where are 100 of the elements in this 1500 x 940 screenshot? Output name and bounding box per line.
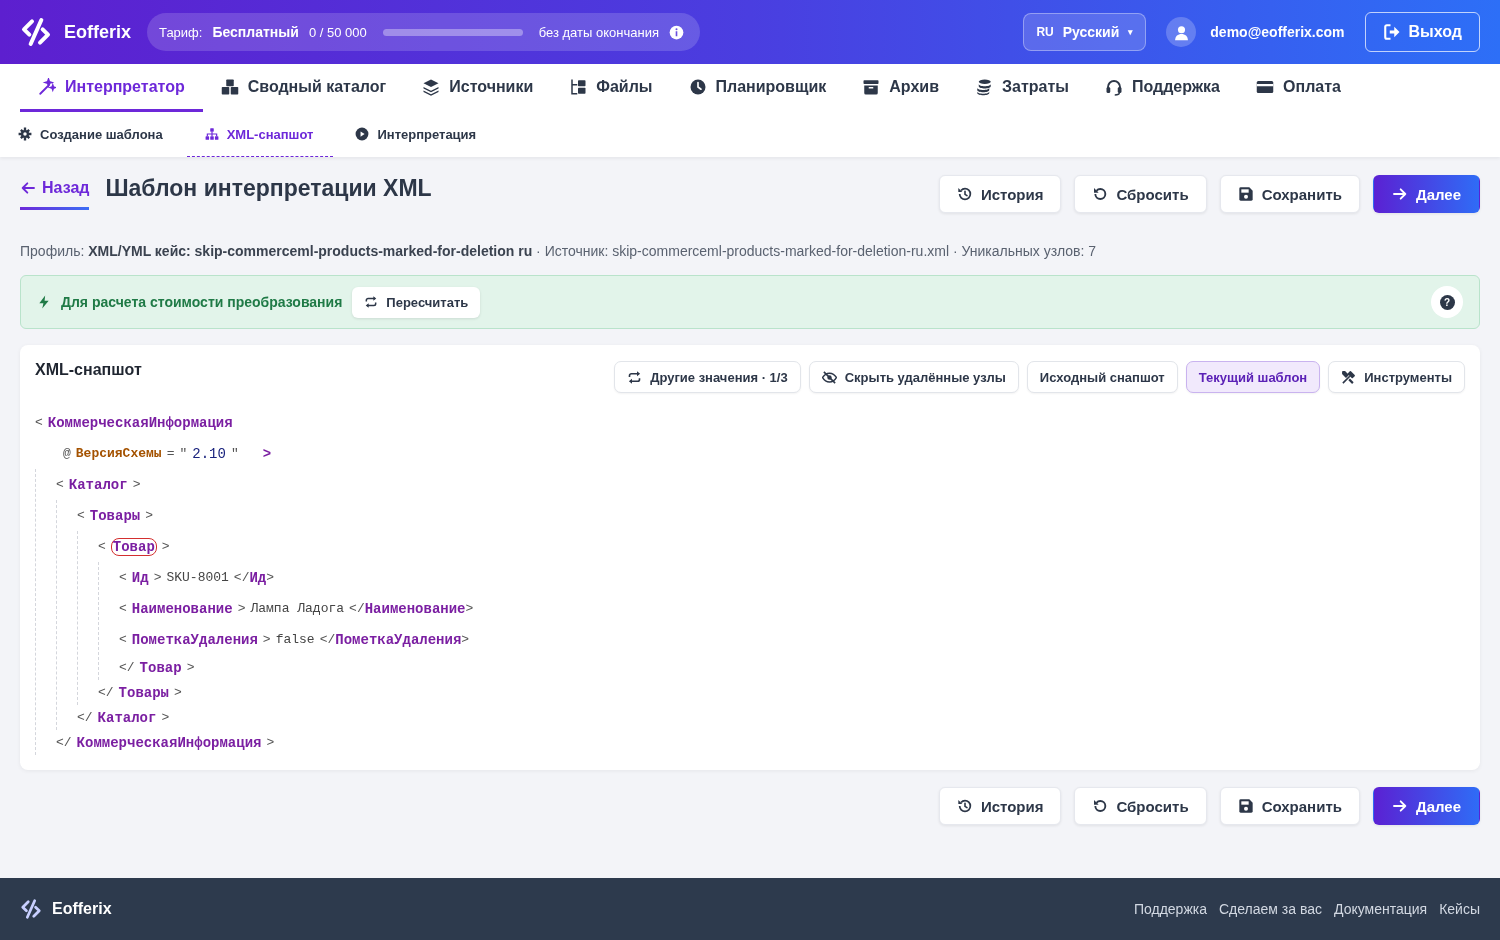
xml-punctuation: > bbox=[132, 477, 141, 492]
history-button[interactable]: История bbox=[938, 175, 1062, 213]
page-title: Шаблон интерпретации XML bbox=[105, 175, 432, 202]
footer-link[interactable]: Кейсы bbox=[1439, 901, 1480, 917]
footer-brand: Eofferix bbox=[52, 900, 112, 918]
save-button[interactable]: Сохранить bbox=[1219, 175, 1360, 213]
reset-button[interactable]: Сбросить bbox=[1074, 175, 1207, 213]
xml-punctuation: </ bbox=[319, 631, 336, 648]
xml-tag-name: Наименование bbox=[131, 600, 233, 617]
xml-punctuation: > bbox=[145, 508, 154, 523]
xml-punctuation: < bbox=[77, 508, 85, 523]
tools-icon bbox=[1341, 369, 1357, 385]
xml-tag-name: ПометкаУдаления bbox=[131, 631, 258, 648]
history-button[interactable]: История bbox=[938, 787, 1062, 825]
reset-button[interactable]: Сбросить bbox=[1074, 787, 1207, 825]
xml-text-value: Лампа Ладога bbox=[250, 601, 345, 616]
arrow-left-icon bbox=[20, 180, 36, 196]
footer-link[interactable]: Документация bbox=[1334, 901, 1428, 917]
nav-tab[interactable]: Оплата bbox=[1238, 64, 1359, 112]
history-icon bbox=[956, 186, 973, 202]
footer-link[interactable]: Поддержка bbox=[1133, 901, 1207, 917]
help-button[interactable]: ? bbox=[1431, 286, 1463, 318]
xml-tag-name: Товар bbox=[139, 659, 182, 676]
sitemap-icon bbox=[204, 127, 219, 141]
save-button[interactable]: Сохранить bbox=[1219, 787, 1360, 825]
eye-slash-icon bbox=[821, 369, 837, 385]
toolbar-button[interactable]: Исходный снапшот bbox=[1026, 361, 1178, 393]
xml-punctuation: </ bbox=[98, 685, 114, 700]
user-icon bbox=[1172, 23, 1190, 41]
xml-tag-name: Каталог bbox=[97, 709, 157, 726]
xml-tag-name: Наименование bbox=[364, 600, 466, 617]
headset-icon bbox=[1104, 77, 1123, 96]
xml-punctuation: < bbox=[119, 570, 127, 585]
boxes-icon bbox=[220, 77, 239, 96]
xml-attribute-value: 2.10 bbox=[192, 445, 226, 462]
xml-tag-name: КоммерческаяИнформация bbox=[76, 734, 262, 751]
xml-tag-name: Ид bbox=[131, 569, 149, 586]
xml-punctuation: </ bbox=[119, 660, 135, 675]
plan-label: Тариф: bbox=[159, 24, 203, 40]
xml-punctuation: < bbox=[119, 632, 127, 647]
brand-name: Eofferix bbox=[64, 21, 132, 43]
xml-punctuation: </ bbox=[56, 735, 72, 750]
next-button[interactable]: Далее bbox=[1372, 787, 1480, 825]
undo-icon bbox=[1092, 186, 1109, 202]
coins-icon bbox=[975, 77, 993, 96]
xml-punctuation: < bbox=[56, 477, 64, 492]
logo-icon bbox=[20, 16, 52, 48]
xml-punctuation: > bbox=[262, 445, 272, 462]
card-title: XML-снапшот bbox=[35, 361, 142, 379]
xml-tag-name: КоммерческаяИнформация bbox=[47, 414, 233, 431]
subnav-tab[interactable]: Создание шаблона bbox=[18, 112, 183, 157]
xml-punctuation: </ bbox=[349, 600, 365, 617]
layers-icon bbox=[422, 77, 441, 96]
arrow-right-icon bbox=[1391, 186, 1408, 202]
xml-punctuation: > bbox=[161, 710, 170, 725]
nav-tab[interactable]: Файлы bbox=[551, 64, 671, 112]
next-button[interactable]: Далее bbox=[1372, 175, 1480, 213]
toolbar-button[interactable]: Скрыть удалённые узлы bbox=[808, 361, 1019, 393]
nav-tab[interactable]: Поддержка bbox=[1086, 64, 1238, 112]
refresh-icon bbox=[364, 295, 379, 309]
xml-tag-name: Ид bbox=[249, 569, 267, 586]
magic-wand-icon bbox=[38, 77, 56, 96]
history-icon bbox=[956, 798, 973, 814]
xml-punctuation: @ bbox=[63, 446, 71, 461]
xml-punctuation: " bbox=[179, 446, 188, 461]
xml-punctuation: > bbox=[186, 660, 195, 675]
xml-punctuation: > bbox=[461, 631, 470, 648]
xml-punctuation: > bbox=[237, 601, 246, 616]
toolbar-button[interactable]: Текущий шаблон bbox=[1185, 361, 1321, 393]
xml-punctuation: < bbox=[119, 601, 127, 616]
subnav-tab[interactable]: Интерпретация bbox=[355, 112, 497, 157]
play-icon bbox=[355, 127, 370, 141]
xml-tag-name: Товары bbox=[118, 684, 170, 701]
xml-tag-name: Каталог bbox=[68, 476, 128, 493]
toolbar-button[interactable]: Другие значения · 1/3 bbox=[614, 361, 801, 393]
info-icon bbox=[668, 24, 684, 40]
language-select[interactable]: RU Русский ▾ bbox=[1023, 13, 1147, 51]
profile-info: Профиль: XML/YML кейс: skip-commerceml-products-marked-for-deletion ru · Источник: skip-commerceml-products-marked-for-deletion-ru.xml · Уникальных узлов: 7 bbox=[20, 243, 1098, 259]
archive-icon bbox=[862, 77, 881, 96]
toolbar-button[interactable]: Инструменты bbox=[1328, 361, 1465, 393]
xml-punctuation: " bbox=[230, 446, 239, 461]
back-link[interactable]: Назад bbox=[20, 175, 90, 210]
xml-tag-name: Товар bbox=[110, 537, 157, 556]
xml-punctuation: > bbox=[266, 569, 275, 586]
nav-tab[interactable]: Планировщик bbox=[670, 64, 845, 112]
recalculate-button[interactable]: Пересчитать bbox=[352, 286, 481, 318]
footer-link[interactable]: Сделаем за вас bbox=[1219, 901, 1322, 917]
logo-icon bbox=[20, 898, 42, 920]
xml-attribute-name: ВерсияСхемы bbox=[75, 446, 162, 461]
nav-tab[interactable]: Затраты bbox=[957, 64, 1087, 112]
nav-tab[interactable]: Сводный каталог bbox=[202, 64, 405, 112]
nav-tab[interactable]: Архив bbox=[844, 64, 957, 112]
undo-icon bbox=[1092, 798, 1109, 814]
plan-name: Бесплатный bbox=[212, 24, 299, 40]
subnav-tab[interactable]: XML-снапшот bbox=[186, 112, 334, 157]
logout-button[interactable]: Выход bbox=[1364, 12, 1480, 52]
plan-usage: 0 / 50 000 bbox=[308, 24, 367, 40]
xml-punctuation: > bbox=[161, 539, 170, 554]
xml-punctuation: </ bbox=[233, 569, 250, 586]
nav-tab[interactable]: Источники bbox=[404, 64, 552, 112]
